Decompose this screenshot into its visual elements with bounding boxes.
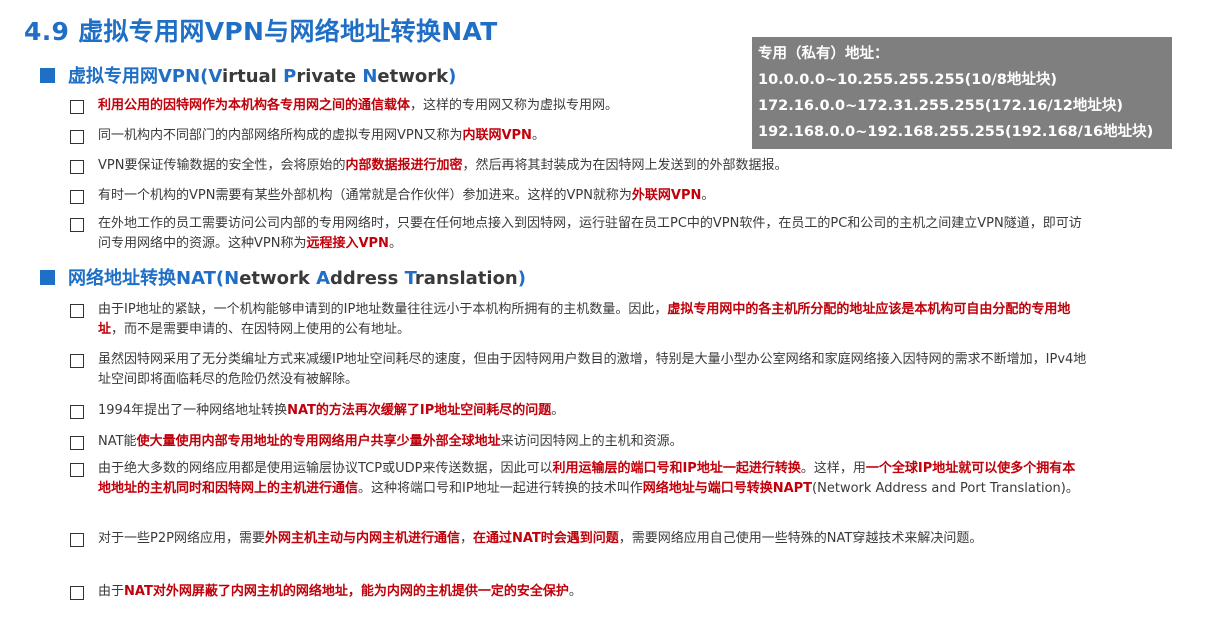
- body-text: 同一机构内不同部门的内部网络所构成的虚拟专用网VPN又称为: [98, 128, 463, 143]
- list-item-text: 利用公用的因特网作为本机构各专用网之间的通信载体，这样的专用网又称为虚拟专用网。: [98, 96, 1088, 116]
- checkbox-icon: [70, 160, 84, 174]
- checkbox-icon: [70, 190, 84, 204]
- list-item: 同一机构内不同部门的内部网络所构成的虚拟专用网VPN又称为内联网VPN。: [70, 126, 1088, 146]
- list-item: 1994年提出了一种网络地址转换NAT的方法再次缓解了IP地址空间耗尽的问题。: [70, 401, 1088, 421]
- body-text: ，: [459, 531, 473, 546]
- highlight-text: 在通过NAT时会遇到问题: [472, 531, 619, 546]
- list-item: NAT能使大量使用内部专用地址的专用网络用户共享少量外部全球地址来访问因特网上的…: [70, 432, 1088, 452]
- highlight-text: 远程接入VPN: [306, 236, 389, 251]
- section-title-rest: etwork: [239, 268, 317, 289]
- body-text: 。: [701, 188, 715, 203]
- list-item: 由于IP地址的紧缺，一个机构能够申请到的IP地址数量往往远小于本机构所拥有的主机…: [70, 300, 1088, 340]
- body-text: 。: [568, 584, 582, 599]
- page-title: 4.9 虚拟专用网VPN与网络地址转换NAT: [24, 17, 498, 46]
- body-text: VPN要保证传输数据的安全性，会将原始的: [98, 158, 346, 173]
- highlight-text: NAT对外网屏蔽了内网主机的网络地址，能为内网的主机提供一定的安全保护: [124, 584, 569, 599]
- body-text: NAT能: [98, 434, 137, 449]
- checkbox-icon: [70, 436, 84, 450]
- section-title-initial: N: [362, 66, 378, 87]
- highlight-text: 内联网VPN: [462, 128, 532, 143]
- list-item-text: 由于IP地址的紧缺，一个机构能够申请到的IP地址数量往往远小于本机构所拥有的主机…: [98, 300, 1088, 340]
- body-text: 来访问因特网上的主机和资源。: [500, 434, 683, 449]
- checkbox-icon: [70, 100, 84, 114]
- highlight-text: NAT的方法再次缓解了IP地址空间耗尽的问题: [287, 403, 552, 418]
- body-text: 由于IP地址的紧缺，一个机构能够申请到的IP地址数量往往远小于本机构所拥有的主机…: [98, 302, 668, 317]
- highlight-text: 外联网VPN: [631, 188, 702, 203]
- checkbox-icon: [70, 304, 84, 318]
- section-title-rest: ddress: [330, 268, 405, 289]
- section-title-main: 网络地址转换NAT(: [68, 268, 225, 289]
- list-item-text: 由于绝大多数的网络应用都是使用运输层协议TCP或UDP来传送数据，因此可以利用运…: [98, 459, 1088, 499]
- private-address-range: 10.0.0.0~10.255.255.255(10/8地址块): [758, 72, 1057, 88]
- body-text: ，然后再将其封装成为在因特网上发送到的外部数据报。: [462, 158, 788, 173]
- section-title-initial: T: [404, 268, 415, 289]
- body-text: 。: [551, 403, 565, 418]
- section-title-close: ): [448, 66, 457, 87]
- checkbox-icon: [70, 354, 84, 368]
- body-text: 。: [531, 128, 545, 143]
- list-item-text: 有时一个机构的VPN需要有某些外部机构（通常就是合作伙伴）参加进来。这样的VPN…: [98, 186, 1088, 206]
- section-header-nat: 网络地址转换NAT(Network Address Translation): [40, 264, 526, 290]
- list-item: 由于绝大多数的网络应用都是使用运输层协议TCP或UDP来传送数据，因此可以利用运…: [70, 459, 1088, 499]
- body-text: (Network Address and Port Translation)。: [812, 481, 1079, 496]
- highlight-text: 利用公用的因特网作为本机构各专用网之间的通信载体: [98, 98, 411, 113]
- body-text: ，这样的专用网又称为虚拟专用网。: [410, 98, 619, 113]
- private-address-heading: 专用（私有）地址：: [758, 46, 889, 62]
- body-text: 由于绝大多数的网络应用都是使用运输层协议TCP或UDP来传送数据，因此可以: [98, 461, 553, 476]
- list-item: 由于NAT对外网屏蔽了内网主机的网络地址，能为内网的主机提供一定的安全保护。: [70, 582, 1088, 602]
- section-title-initial: V: [208, 66, 223, 87]
- checkbox-icon: [70, 218, 84, 232]
- list-item: 虽然因特网采用了无分类编址方式来减缓IP地址空间耗尽的速度，但由于因特网用户数目…: [70, 350, 1088, 390]
- list-item: 对于一些P2P网络应用，需要外网主机主动与内网主机进行通信，在通过NAT时会遇到…: [70, 529, 1088, 549]
- section-title-rest: ranslation: [414, 268, 518, 289]
- checkbox-icon: [70, 463, 84, 477]
- section-title-rest: rivate: [296, 66, 363, 87]
- body-text: 。这种将端口号和IP地址一起进行转换的技术叫作: [358, 481, 643, 496]
- body-text: 。这样，用: [800, 461, 866, 476]
- body-text: 1994年提出了一种网络地址转换: [98, 403, 288, 418]
- list-item: VPN要保证传输数据的安全性，会将原始的内部数据报进行加密，然后再将其封装成为在…: [70, 156, 1088, 176]
- highlight-text: 外网主机主动与内网主机进行通信: [264, 531, 460, 546]
- highlight-text: 网络地址与端口号转换NAPT: [642, 481, 813, 496]
- section-bullet-icon: [40, 269, 55, 285]
- body-text: 虽然因特网采用了无分类编址方式来减缓IP地址空间耗尽的速度，但由于因特网用户数目…: [98, 352, 1087, 387]
- list-item-text: 在外地工作的员工需要访问公司内部的专用网络时，只要在任何地点接入到因特网，运行驻…: [98, 214, 1088, 254]
- section-title-main: 虚拟专用网VPN(: [68, 66, 209, 87]
- checkbox-icon: [70, 130, 84, 144]
- section-title-close: ): [517, 268, 526, 289]
- checkbox-icon: [70, 586, 84, 600]
- body-text: 对于一些P2P网络应用，需要: [98, 531, 265, 546]
- section-header-vpn: 虚拟专用网VPN(Virtual Private Network): [40, 62, 456, 88]
- body-text: 有时一个机构的VPN需要有某些外部机构（通常就是合作伙伴）参加进来。这样的VPN…: [98, 188, 632, 203]
- list-item-text: 1994年提出了一种网络地址转换NAT的方法再次缓解了IP地址空间耗尽的问题。: [98, 401, 1088, 421]
- checkbox-icon: [70, 405, 84, 419]
- section-title: 虚拟专用网VPN(Virtual Private Network): [68, 62, 456, 88]
- highlight-text: 使大量使用内部专用地址的专用网络用户共享少量外部全球地址: [136, 434, 501, 449]
- body-text: 在外地工作的员工需要访问公司内部的专用网络时，只要在任何地点接入到因特网，运行驻…: [98, 216, 1082, 251]
- list-item-text: NAT能使大量使用内部专用地址的专用网络用户共享少量外部全球地址来访问因特网上的…: [98, 432, 1088, 452]
- section-title-initial: N: [224, 268, 240, 289]
- section-title-rest: etwork: [377, 66, 449, 87]
- body-text: ，需要网络应用自己使用一些特殊的NAT穿越技术来解决问题。: [618, 531, 983, 546]
- list-item: 利用公用的因特网作为本机构各专用网之间的通信载体，这样的专用网又称为虚拟专用网。: [70, 96, 1088, 116]
- list-item-text: 由于NAT对外网屏蔽了内网主机的网络地址，能为内网的主机提供一定的安全保护。: [98, 582, 1088, 602]
- highlight-text: 内部数据报进行加密: [345, 158, 463, 173]
- section-title-rest: irtual: [222, 66, 284, 87]
- list-item-text: 虽然因特网采用了无分类编址方式来减缓IP地址空间耗尽的速度，但由于因特网用户数目…: [98, 350, 1088, 390]
- section-title: 网络地址转换NAT(Network Address Translation): [68, 264, 526, 290]
- section-title-initial: P: [283, 66, 297, 87]
- body-text: 。: [388, 236, 402, 251]
- section-bullet-icon: [40, 67, 55, 83]
- list-item-text: 对于一些P2P网络应用，需要外网主机主动与内网主机进行通信，在通过NAT时会遇到…: [98, 529, 1088, 549]
- list-item-text: VPN要保证传输数据的安全性，会将原始的内部数据报进行加密，然后再将其封装成为在…: [98, 156, 1088, 176]
- body-text: ，而不是需要申请的、在因特网上使用的公有地址。: [111, 322, 411, 337]
- body-text: 由于: [98, 584, 125, 599]
- list-item: 有时一个机构的VPN需要有某些外部机构（通常就是合作伙伴）参加进来。这样的VPN…: [70, 186, 1088, 206]
- highlight-text: 利用运输层的端口号和IP地址一起进行转换: [552, 461, 801, 476]
- list-item-text: 同一机构内不同部门的内部网络所构成的虚拟专用网VPN又称为内联网VPN。: [98, 126, 1088, 146]
- list-item: 在外地工作的员工需要访问公司内部的专用网络时，只要在任何地点接入到因特网，运行驻…: [70, 214, 1088, 254]
- section-title-initial: A: [316, 268, 331, 289]
- checkbox-icon: [70, 533, 84, 547]
